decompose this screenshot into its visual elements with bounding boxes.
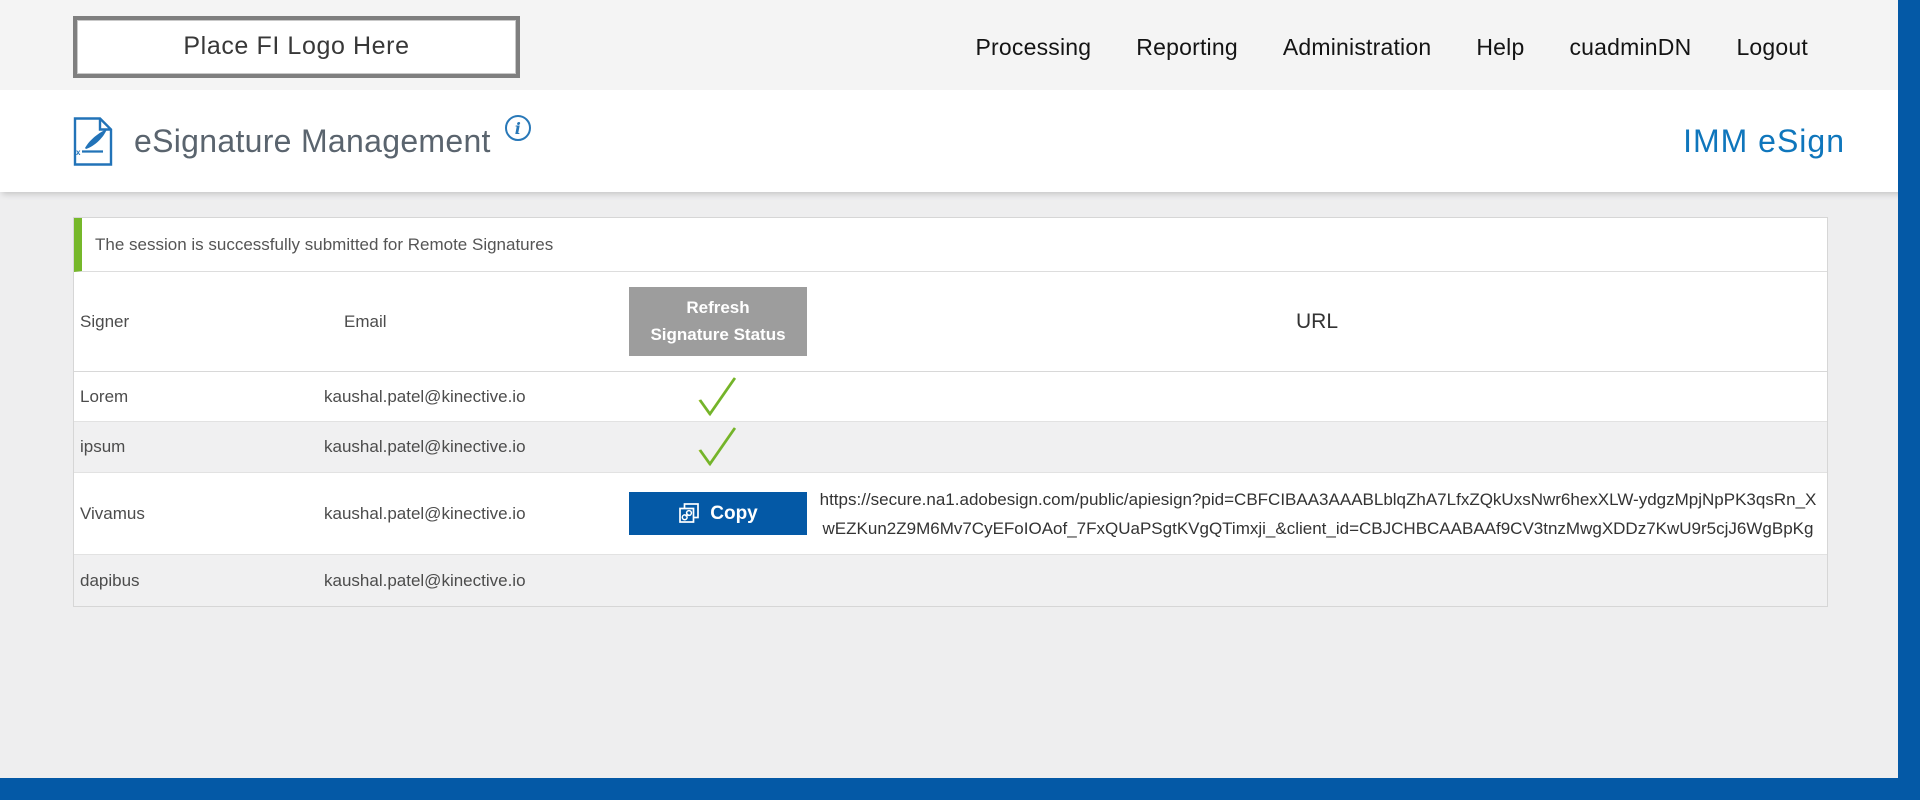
page-header: x eSignature Management i IMM eSign bbox=[0, 90, 1920, 192]
signer-name: dapibus bbox=[74, 571, 324, 591]
column-header-url: URL bbox=[807, 310, 1827, 334]
page-title: eSignature Management bbox=[134, 123, 491, 160]
signer-name: ipsum bbox=[74, 437, 324, 457]
fi-logo-placeholder-text: Place FI Logo Here bbox=[77, 20, 516, 74]
menu-item-administration[interactable]: Administration bbox=[1283, 34, 1432, 61]
signed-check-icon bbox=[695, 374, 741, 420]
menu-item-reporting[interactable]: Reporting bbox=[1136, 34, 1238, 61]
signed-check-icon bbox=[695, 424, 741, 470]
table-row-dapibus: dapibus kaushal.patel@kinective.io bbox=[74, 554, 1827, 606]
copy-button-label: Copy bbox=[710, 503, 758, 525]
signers-card: The session is successfully submitted fo… bbox=[73, 217, 1828, 607]
imm-esign-brand: IMM eSign bbox=[1683, 123, 1845, 160]
fi-logo-placeholder: Place FI Logo Here bbox=[73, 16, 520, 78]
menu-item-logout[interactable]: Logout bbox=[1736, 34, 1808, 61]
right-edge-accent-bar bbox=[1898, 0, 1920, 800]
svg-text:x: x bbox=[76, 148, 81, 157]
table-row-vivamus: Vivamus kaushal.patel@kinective.io Copy … bbox=[74, 472, 1827, 554]
refresh-button-line2: Signature Status bbox=[650, 325, 785, 344]
signer-email: kaushal.patel@kinective.io bbox=[324, 437, 629, 457]
table-header-row: Signer Email Refresh Signature Status UR… bbox=[74, 272, 1827, 372]
footer-accent-bar bbox=[0, 778, 1920, 800]
table-row-ipsum: ipsum kaushal.patel@kinective.io bbox=[74, 421, 1827, 472]
menu-item-user-cuadmindn[interactable]: cuadminDN bbox=[1569, 34, 1691, 61]
signer-email: kaushal.patel@kinective.io bbox=[324, 571, 629, 591]
top-navigation-bar: Place FI Logo Here Processing Reporting … bbox=[0, 0, 1920, 90]
table-row-lorem: Lorem kaushal.patel@kinective.io bbox=[74, 372, 1827, 421]
info-icon[interactable]: i bbox=[505, 115, 531, 141]
column-header-email: Email bbox=[324, 312, 629, 332]
signer-email: kaushal.patel@kinective.io bbox=[324, 504, 629, 524]
signing-url-text: https://secure.na1.adobesign.com/public/… bbox=[807, 475, 1827, 553]
success-alert-text: The session is successfully submitted fo… bbox=[95, 235, 553, 255]
copy-url-button[interactable]: Copy bbox=[629, 492, 807, 535]
main-content: The session is successfully submitted fo… bbox=[0, 192, 1920, 607]
signer-email: kaushal.patel@kinective.io bbox=[324, 387, 629, 407]
menu-item-help[interactable]: Help bbox=[1476, 34, 1524, 61]
document-signature-icon: x bbox=[73, 117, 113, 166]
signer-name: Vivamus bbox=[74, 504, 324, 524]
column-header-signer: Signer bbox=[74, 312, 324, 332]
refresh-signature-status-button[interactable]: Refresh Signature Status bbox=[629, 287, 807, 356]
main-menu: Processing Reporting Administration Help… bbox=[976, 30, 1808, 61]
copy-link-icon bbox=[678, 502, 701, 525]
refresh-button-line1: Refresh bbox=[686, 298, 749, 317]
menu-item-processing[interactable]: Processing bbox=[976, 34, 1092, 61]
signer-name: Lorem bbox=[74, 387, 324, 407]
success-alert: The session is successfully submitted fo… bbox=[74, 218, 1827, 272]
